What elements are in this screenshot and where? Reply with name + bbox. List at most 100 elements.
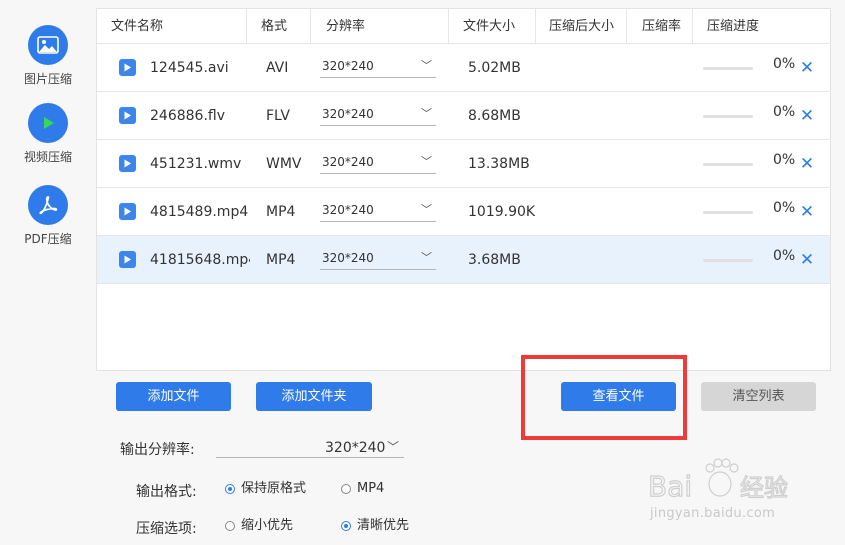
progress-percent: 0% bbox=[773, 56, 796, 72]
clear-list-button[interactable]: 清空列表 bbox=[701, 382, 816, 411]
add-folder-button[interactable]: 添加文件夹 bbox=[256, 382, 372, 411]
progress-bar bbox=[703, 211, 753, 214]
file-name: 124545.avi bbox=[150, 60, 229, 76]
file-name: 451231.wmv bbox=[150, 156, 242, 172]
progress-percent: 0% bbox=[773, 200, 796, 216]
file-size: 1019.90KE bbox=[468, 204, 536, 220]
table-row[interactable]: 124545.avi AVI 320*240 ﹀ 5.02MB 0% ✕ bbox=[97, 44, 830, 92]
progress-percent: 0% bbox=[773, 248, 796, 264]
image-icon bbox=[28, 25, 68, 65]
column-header-ratio: 压缩率 bbox=[642, 19, 682, 34]
format-option-mp4[interactable]: MP4 bbox=[341, 480, 384, 498]
file-format: AVI bbox=[266, 60, 289, 76]
video-file-icon bbox=[119, 107, 136, 124]
baidu-jingyan-watermark: Bai 经验 jingyan.baidu.com bbox=[647, 454, 798, 524]
output-format-label: 输出格式: bbox=[136, 484, 197, 500]
compress-option-clearer[interactable]: 清晰优先 bbox=[341, 517, 409, 535]
progress-bar bbox=[703, 67, 753, 70]
radio-unselected-icon bbox=[341, 484, 351, 494]
file-format: WMV bbox=[266, 156, 302, 172]
output-resolution-select[interactable]: 320*240 ﹀ bbox=[216, 438, 404, 458]
sidebar: 图片压缩 视频压缩 PDF压缩 bbox=[0, 0, 96, 545]
column-divider bbox=[692, 9, 693, 44]
compress-option-smaller[interactable]: 缩小优先 bbox=[225, 517, 293, 535]
column-header-size: 文件大小 bbox=[463, 19, 516, 34]
chevron-down-icon: ﹀ bbox=[387, 440, 400, 454]
column-header-progress: 压缩进度 bbox=[707, 19, 760, 34]
column-header-compressed-size: 压缩后大小 bbox=[549, 19, 615, 34]
file-name: 41815648.mp4 bbox=[150, 252, 250, 268]
file-name: 246886.flv bbox=[150, 108, 225, 124]
file-format: FLV bbox=[266, 108, 290, 124]
remove-file-icon[interactable]: ✕ bbox=[799, 106, 815, 126]
highlight-box bbox=[521, 355, 687, 440]
column-header-format: 格式 bbox=[261, 19, 288, 34]
sidebar-item-label: 图片压缩 bbox=[23, 72, 72, 86]
sidebar-item-video-compress[interactable]: 视频压缩 bbox=[0, 103, 96, 165]
resolution-select[interactable]: 320*240 ﹀ bbox=[320, 104, 436, 126]
remove-file-icon[interactable]: ✕ bbox=[799, 202, 815, 222]
progress-percent: 0% bbox=[773, 152, 796, 168]
remove-file-icon[interactable]: ✕ bbox=[799, 154, 815, 174]
file-table: 文件名称 格式 分辨率 文件大小 压缩后大小 压缩率 压缩进度 124545.a… bbox=[96, 8, 831, 371]
sidebar-item-pdf-compress[interactable]: PDF压缩 bbox=[0, 185, 96, 247]
column-divider bbox=[626, 9, 627, 44]
radio-label: 保持原格式 bbox=[241, 481, 307, 496]
video-file-icon bbox=[119, 155, 136, 172]
resolution-value: 320*240 bbox=[322, 203, 374, 217]
radio-label: 缩小优先 bbox=[241, 518, 294, 533]
sidebar-item-image-compress[interactable]: 图片压缩 bbox=[0, 25, 96, 87]
resolution-select[interactable]: 320*240 ﹀ bbox=[320, 200, 436, 222]
column-divider bbox=[535, 9, 536, 44]
column-header-name: 文件名称 bbox=[111, 19, 164, 34]
resolution-value: 320*240 bbox=[322, 251, 374, 265]
table-row-selected[interactable]: 41815648.mp4 MP4 320*240 ﹀ 3.68MB 0% ✕ bbox=[97, 236, 830, 284]
format-option-keep-original[interactable]: 保持原格式 bbox=[225, 480, 306, 498]
chevron-down-icon: ﹀ bbox=[421, 155, 432, 168]
svg-text:经验: 经验 bbox=[740, 474, 788, 502]
progress-bar bbox=[703, 163, 753, 166]
pdf-icon bbox=[28, 185, 68, 225]
video-file-icon bbox=[119, 59, 136, 76]
sidebar-item-label: 视频压缩 bbox=[23, 150, 72, 164]
remove-file-icon[interactable]: ✕ bbox=[799, 250, 815, 270]
chevron-down-icon: ﹀ bbox=[421, 107, 432, 120]
resolution-value: 320*240 bbox=[322, 59, 374, 73]
watermark-url: jingyan.baidu.com bbox=[650, 506, 776, 521]
resolution-select[interactable]: 320*240 ﹀ bbox=[320, 152, 436, 174]
remove-file-icon[interactable]: ✕ bbox=[799, 58, 815, 78]
file-format: MP4 bbox=[266, 204, 296, 220]
table-row[interactable]: 246886.flv FLV 320*240 ﹀ 8.68MB 0% ✕ bbox=[97, 92, 830, 140]
radio-selected-icon bbox=[341, 521, 351, 531]
column-header-resolution: 分辨率 bbox=[326, 19, 366, 34]
compress-option-label: 压缩选项: bbox=[136, 521, 197, 537]
resolution-select[interactable]: 320*240 ﹀ bbox=[320, 248, 436, 270]
column-divider bbox=[246, 9, 247, 44]
file-size: 3.68MB bbox=[468, 252, 521, 268]
table-header: 文件名称 格式 分辨率 文件大小 压缩后大小 压缩率 压缩进度 bbox=[97, 9, 830, 44]
svg-text:Bai: Bai bbox=[648, 470, 692, 503]
file-format: MP4 bbox=[266, 252, 296, 268]
table-row[interactable]: 451231.wmv WMV 320*240 ﹀ 13.38MB 0% ✕ bbox=[97, 140, 830, 188]
output-resolution-label: 输出分辨率: bbox=[120, 442, 195, 458]
radio-label: 清晰优先 bbox=[357, 518, 410, 533]
resolution-value: 320*240 bbox=[322, 155, 374, 169]
progress-percent: 0% bbox=[773, 104, 796, 120]
chevron-down-icon: ﹀ bbox=[421, 203, 432, 216]
sidebar-item-label: PDF压缩 bbox=[24, 232, 72, 246]
radio-selected-icon bbox=[225, 484, 235, 494]
radio-unselected-icon bbox=[225, 521, 235, 531]
file-size: 5.02MB bbox=[468, 60, 521, 76]
table-row[interactable]: 4815489.mp4 MP4 320*240 ﹀ 1019.90KE 0% ✕ bbox=[97, 188, 830, 236]
video-file-icon bbox=[119, 203, 136, 220]
resolution-select[interactable]: 320*240 ﹀ bbox=[320, 56, 436, 78]
file-size: 13.38MB bbox=[468, 156, 530, 172]
chevron-down-icon: ﹀ bbox=[421, 59, 432, 72]
output-resolution-value: 320*240 bbox=[325, 440, 386, 456]
file-name: 4815489.mp4 bbox=[150, 204, 249, 220]
radio-label: MP4 bbox=[357, 481, 385, 496]
play-circle-icon bbox=[28, 103, 68, 143]
chevron-down-icon: ﹀ bbox=[421, 251, 432, 264]
file-size: 8.68MB bbox=[468, 108, 521, 124]
add-file-button[interactable]: 添加文件 bbox=[116, 382, 231, 411]
